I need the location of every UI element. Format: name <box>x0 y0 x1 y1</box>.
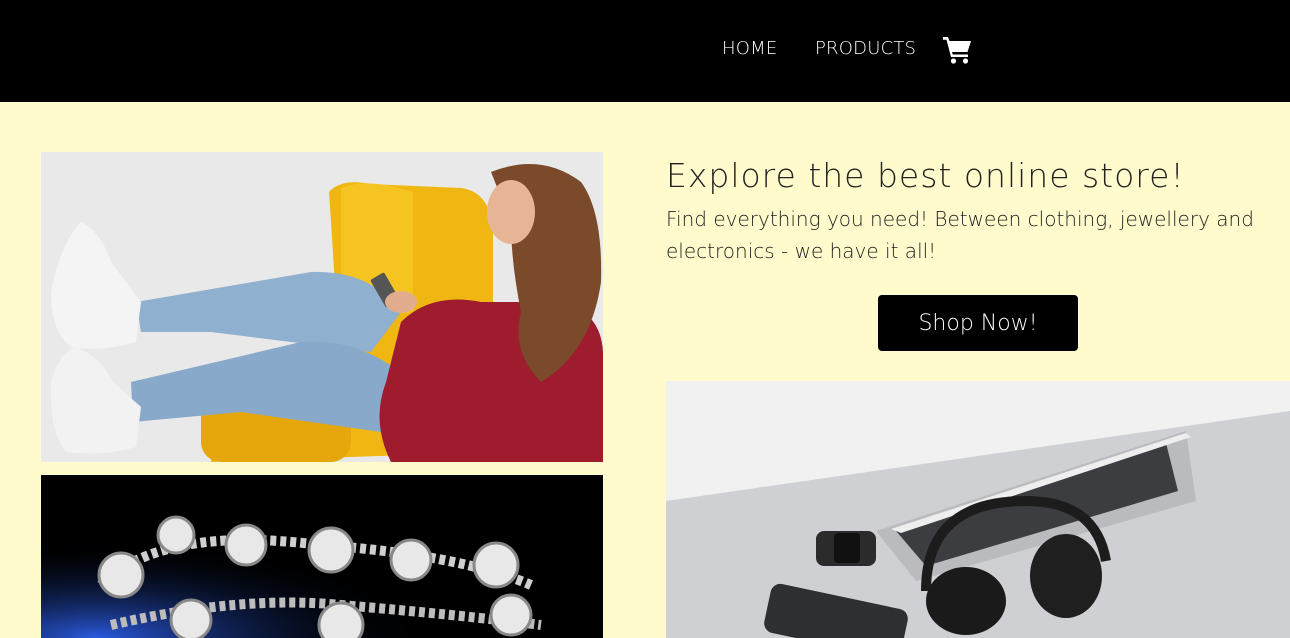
jewellery-photo <box>41 475 603 638</box>
hero-title: Explore the best online store! <box>666 156 1185 195</box>
nav-home-link[interactable]: HOME <box>722 38 777 59</box>
electronics-photo <box>666 381 1290 638</box>
shop-now-button[interactable]: Shop Now! <box>878 295 1078 351</box>
hero-subtitle: Find everything you need! Between clothi… <box>666 207 1254 263</box>
shopping-cart-icon[interactable] <box>942 36 972 64</box>
clothing-photo <box>41 152 603 462</box>
nav-products-link[interactable]: PRODUCTS <box>815 38 916 59</box>
top-navbar: HOME PRODUCTS <box>0 0 1290 102</box>
